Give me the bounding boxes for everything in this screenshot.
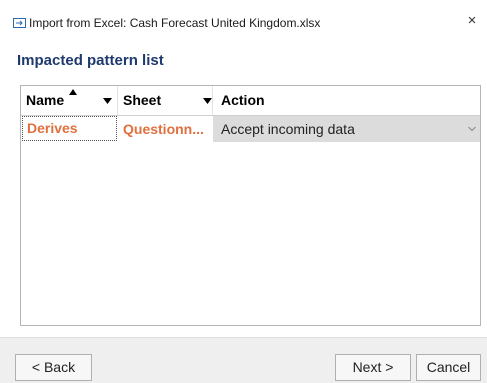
window-title: Import from Excel: Cash Forecast United …: [29, 16, 321, 30]
title-bar: Import from Excel: Cash Forecast United …: [0, 0, 487, 40]
column-header-action-label: Action: [221, 92, 265, 108]
table-row[interactable]: Derives Questionn... Accept incoming dat…: [21, 116, 480, 142]
filter-icon[interactable]: [103, 98, 112, 104]
next-button[interactable]: Next >: [335, 354, 411, 381]
column-header-name-label: Name: [26, 92, 65, 108]
row-sheet-cell[interactable]: Questionn...: [118, 116, 213, 142]
section-title: Impacted pattern list: [17, 52, 164, 69]
dialog-footer: < Back Next > Cancel: [0, 337, 487, 383]
import-icon: [13, 18, 26, 28]
close-icon: ×: [467, 12, 477, 29]
pattern-grid: Name Sheet Action Derives Questionn... A…: [20, 85, 481, 326]
row-name-cell[interactable]: Derives: [22, 116, 117, 141]
action-dropdown[interactable]: Accept incoming data: [213, 116, 480, 142]
column-header-action[interactable]: Action: [213, 86, 480, 115]
column-header-sheet-label: Sheet: [123, 92, 162, 108]
column-header-sheet[interactable]: Sheet: [118, 86, 213, 115]
column-header-name[interactable]: Name: [21, 86, 118, 115]
chevron-down-icon: [468, 126, 476, 132]
back-button[interactable]: < Back: [15, 354, 92, 381]
close-button[interactable]: ×: [463, 12, 481, 30]
filter-icon[interactable]: [203, 98, 212, 104]
sort-ascending-icon: [69, 89, 77, 95]
cancel-button[interactable]: Cancel: [416, 354, 481, 381]
grid-header: Name Sheet Action: [21, 86, 480, 116]
action-dropdown-value: Accept incoming data: [221, 121, 355, 137]
